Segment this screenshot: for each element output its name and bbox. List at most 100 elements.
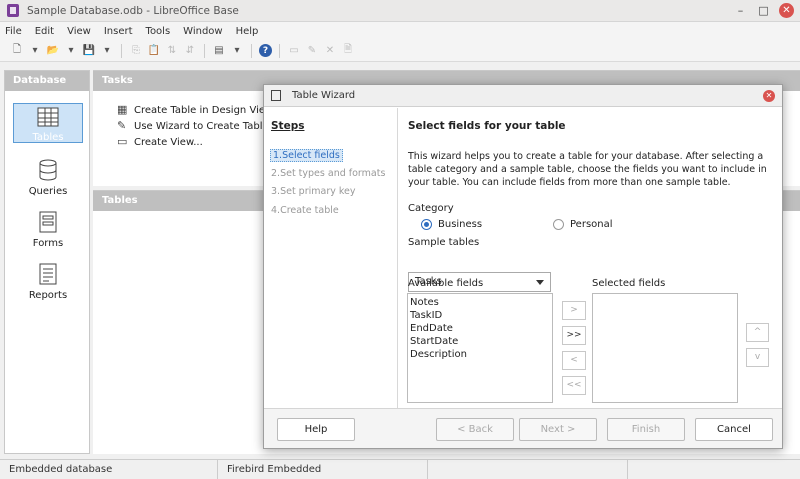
open-folder-icon[interactable]: 📂 (46, 44, 60, 58)
task-create-view[interactable]: ▭ Create View... (117, 136, 203, 148)
sample-tables-label: Sample tables (408, 237, 480, 248)
remove-field-button[interactable]: < (562, 351, 586, 370)
page-heading: Select fields for your table (408, 120, 566, 132)
list-item[interactable]: Description (408, 348, 552, 361)
category-label: Category (408, 203, 454, 214)
step-primary-key[interactable]: 3.Set primary key (271, 186, 356, 197)
chevron-down-icon (536, 280, 544, 285)
dialog-title-bar: Table Wizard (264, 85, 782, 107)
menu-edit[interactable]: Edit (35, 26, 54, 37)
back-button[interactable]: < Back (436, 418, 514, 441)
copy-icon[interactable]: ⎘ (129, 44, 143, 58)
dialog-window-icon (271, 90, 281, 101)
sidebar-item-forms[interactable]: Forms (13, 211, 83, 249)
window-title: Sample Database.odb - LibreOffice Base (27, 4, 239, 17)
step-set-types[interactable]: 2.Set types and formats (271, 168, 385, 179)
menu-help[interactable]: Help (236, 26, 259, 37)
maximize-icon[interactable]: □ (756, 3, 771, 18)
status-bar: Embedded database Firebird Embedded (0, 459, 800, 479)
save-icon[interactable]: 💾 (82, 44, 96, 58)
list-item[interactable]: StartDate (408, 335, 552, 348)
menu-bar: File Edit View Insert Tools Window Help (0, 22, 800, 40)
menu-tools[interactable]: Tools (146, 26, 171, 37)
close-icon[interactable]: ✕ (779, 3, 794, 18)
menu-view[interactable]: View (67, 26, 91, 37)
status-empty (428, 460, 628, 479)
next-button[interactable]: Next > (519, 418, 597, 441)
task-create-table-design[interactable]: ▦ Create Table in Design View... (117, 104, 282, 116)
sidebar-item-queries[interactable]: Queries (13, 159, 83, 197)
chevron-down-icon[interactable]: ▾ (230, 44, 244, 58)
queries-icon (36, 159, 60, 183)
available-fields-label: Available fields (408, 278, 484, 289)
category-business-radio[interactable]: Business (421, 219, 482, 230)
add-field-button[interactable]: > (562, 301, 586, 320)
move-down-button[interactable]: v (746, 348, 769, 367)
chevron-down-icon[interactable]: ▾ (64, 44, 78, 58)
view-icon: ▭ (117, 135, 128, 148)
table-design-icon: ▦ (117, 103, 128, 116)
add-all-fields-button[interactable]: >> (562, 326, 586, 345)
step-select-fields[interactable]: 1.Select fields (270, 149, 343, 162)
reports-icon (36, 263, 60, 287)
chevron-down-icon[interactable]: ▾ (28, 44, 42, 58)
wizard-steps-panel: Steps 1.Select fields 2.Set types and fo… (265, 108, 398, 408)
menu-file[interactable]: File (5, 26, 22, 37)
selected-fields-list[interactable] (592, 293, 738, 403)
sidebar-item-reports[interactable]: Reports (13, 263, 83, 301)
list-item[interactable]: TaskID (408, 309, 552, 322)
edit-icon[interactable]: ✎ (305, 44, 319, 58)
finish-button[interactable]: Finish (607, 418, 685, 441)
category-personal-radio[interactable]: Personal (553, 219, 613, 230)
libreoffice-base-icon (7, 4, 19, 17)
menu-window[interactable]: Window (183, 26, 222, 37)
open-database-object-icon[interactable]: ▭ (287, 44, 301, 58)
close-icon[interactable]: ✕ (763, 90, 775, 102)
dialog-title: Table Wizard (292, 90, 356, 101)
task-use-wizard[interactable]: ✎ Use Wizard to Create Table... (117, 120, 278, 132)
status-database-type: Embedded database (0, 460, 218, 479)
table-icon (36, 107, 60, 131)
forms-icon (36, 211, 60, 235)
selected-fields-label: Selected fields (592, 278, 666, 289)
remove-all-fields-button[interactable]: << (562, 376, 586, 395)
sidebar-item-tables[interactable]: Tables (13, 103, 83, 143)
table-wizard-dialog: Table Wizard ✕ Steps 1.Select fields 2.S… (263, 84, 783, 449)
delete-icon[interactable]: ✕ (323, 44, 337, 58)
task-label: Create Table in Design View... (134, 104, 282, 116)
rename-icon[interactable]: 🗎 (341, 44, 355, 58)
minimize-icon[interactable]: – (733, 3, 748, 18)
task-label: Create View... (134, 136, 203, 148)
list-item[interactable]: EndDate (408, 322, 552, 335)
window-controls: – □ ✕ (733, 3, 794, 18)
task-label: Use Wizard to Create Table... (134, 120, 279, 132)
sort-descending-icon[interactable]: ⇵ (183, 44, 197, 58)
cancel-button[interactable]: Cancel (695, 418, 773, 441)
radio-label: Business (438, 219, 483, 230)
chevron-down-icon[interactable]: ▾ (100, 44, 114, 58)
toolbar-separator (121, 43, 122, 58)
sidebar-item-label: Queries (28, 186, 68, 197)
sidebar-item-label: Tables (32, 132, 64, 143)
sidebar-item-label: Reports (28, 290, 68, 301)
database-pane: Database Tables Queries Forms Reports (4, 70, 90, 454)
database-pane-header: Database (5, 71, 89, 91)
step-create-table[interactable]: 4.Create table (271, 205, 339, 216)
menu-insert[interactable]: Insert (104, 26, 133, 37)
paste-icon[interactable]: 📋 (147, 44, 161, 58)
form-view-icon[interactable]: ▤ (212, 44, 226, 58)
help-button[interactable]: Help (277, 418, 355, 441)
help-icon[interactable]: ? (259, 44, 272, 57)
radio-label: Personal (570, 219, 613, 230)
sort-icon[interactable]: ⇅ (165, 44, 179, 58)
move-up-button[interactable]: ^ (746, 323, 769, 342)
standard-toolbar: 🗋 ▾ 📂 ▾ 💾 ▾ ⎘ 📋 ⇅ ⇵ ▤ ▾ ? ▭ ✎ ✕ 🗎 (0, 40, 800, 62)
available-fields-list[interactable]: Notes TaskID EndDate StartDate Descripti… (407, 293, 553, 403)
radio-checked-icon (421, 219, 432, 230)
radio-unchecked-icon (553, 219, 564, 230)
dialog-footer: Help < Back Next > Finish Cancel (264, 408, 782, 448)
new-document-icon[interactable]: 🗋 (10, 44, 24, 58)
steps-heading: Steps (271, 120, 305, 132)
wizard-icon: ✎ (117, 119, 127, 132)
list-item[interactable]: Notes (408, 296, 552, 309)
